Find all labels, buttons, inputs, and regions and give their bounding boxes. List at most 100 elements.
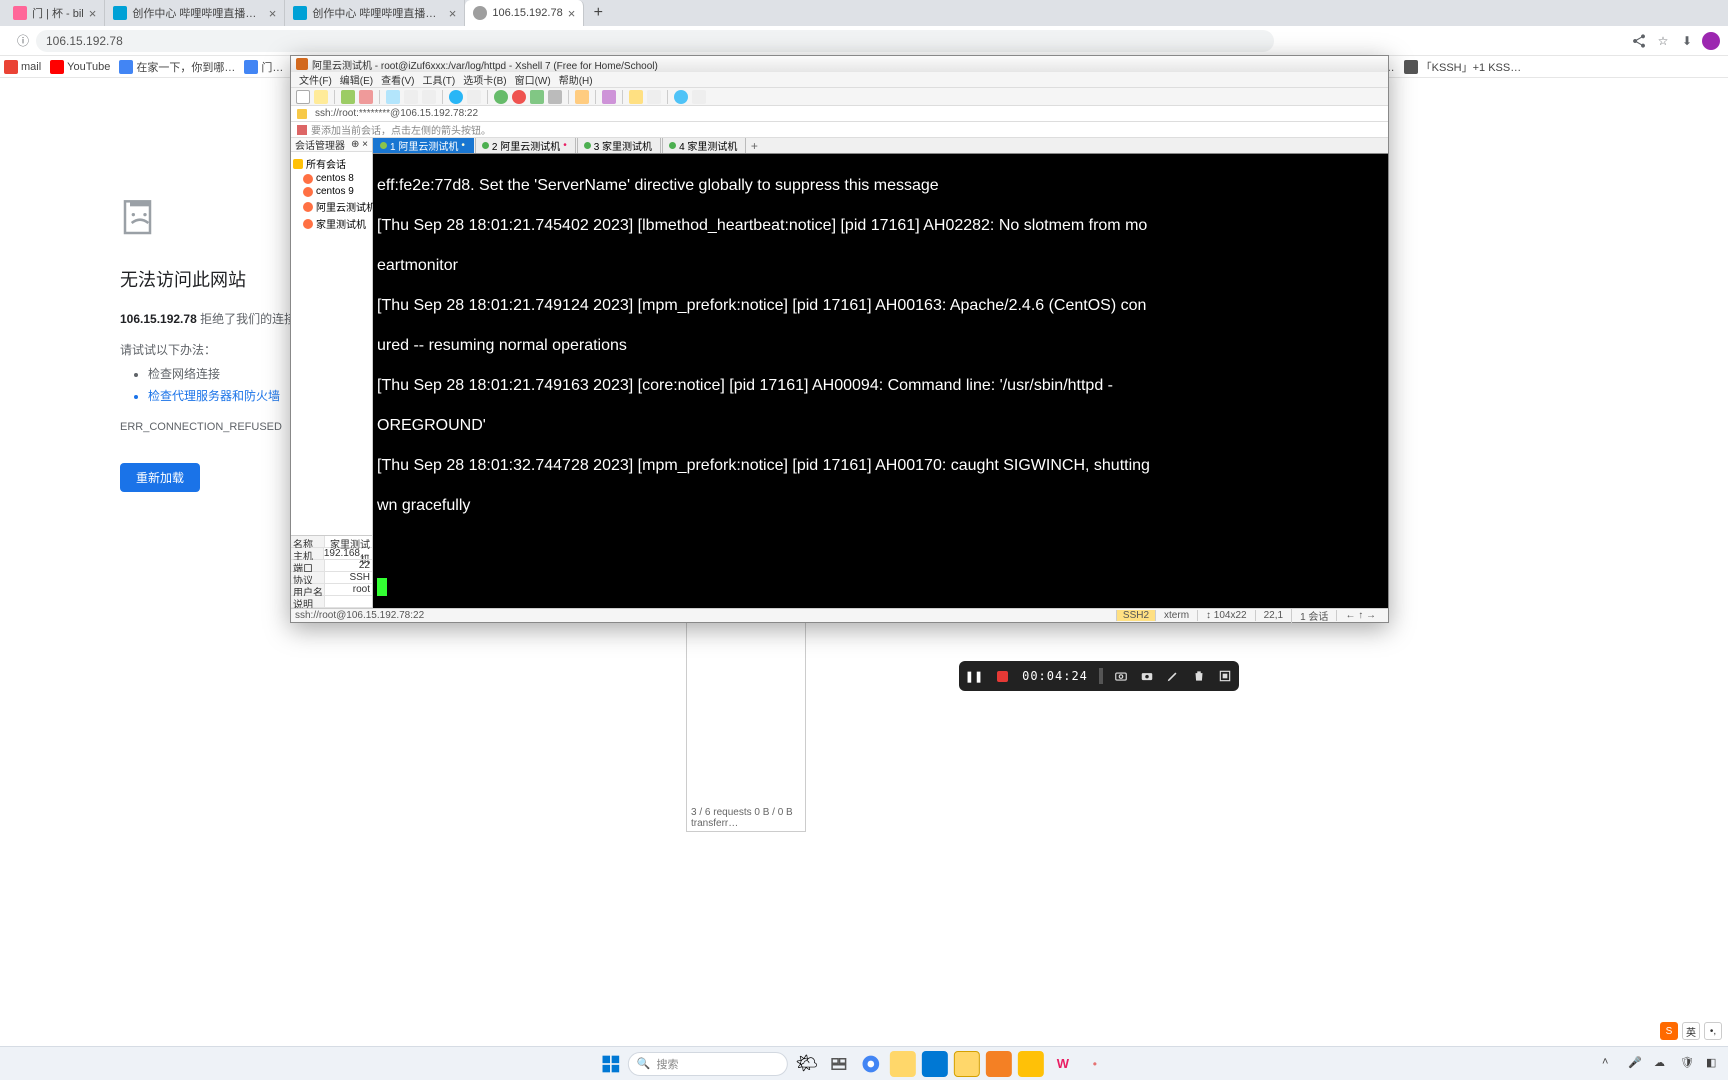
browser-tab[interactable]: 门 | 杯 - bil ×	[5, 0, 105, 26]
url-input[interactable]: 106.15.192.78	[36, 30, 1274, 52]
tb-help-icon[interactable]	[674, 90, 688, 104]
session-tab[interactable]: 3 家里测试机	[577, 138, 661, 153]
reload-button[interactable]: 重新加载	[120, 463, 200, 492]
terminal[interactable]: eff:fe2e:77d8. Set the 'ServerName' dire…	[373, 154, 1388, 608]
taskbar-app-running[interactable]: •	[1082, 1051, 1108, 1077]
ime-sogou-icon[interactable]: S	[1660, 1022, 1678, 1040]
taskbar-app-store[interactable]	[954, 1051, 980, 1077]
bookmark-item[interactable]: 门…	[244, 59, 283, 75]
menu-view[interactable]: 查看(V)	[378, 72, 417, 87]
tree-node[interactable]: centos 8	[291, 172, 372, 185]
tray-mic-icon[interactable]: 🎤	[1628, 1056, 1644, 1072]
xshell-titlebar[interactable]: 阿里云测试机 - root@iZuf6xxx:/var/log/httpd - …	[291, 56, 1388, 72]
snapshot-icon[interactable]	[1139, 668, 1155, 684]
menu-help[interactable]: 帮助(H)	[556, 72, 596, 87]
taskbar-app-explorer[interactable]	[890, 1051, 916, 1077]
status-size: ↕ 104x22	[1197, 610, 1255, 621]
tb-open-icon[interactable]	[314, 90, 328, 104]
taskbar-app-weather[interactable]: 🌤	[794, 1051, 820, 1077]
ime-lang[interactable]: 英	[1682, 1022, 1700, 1040]
ime-indicator[interactable]: S 英 •,	[1660, 1022, 1722, 1040]
tb-disconnect-icon[interactable]	[359, 90, 373, 104]
tb-split-icon[interactable]	[548, 90, 562, 104]
screen-recorder-bar[interactable]: ❚❚ 00:04:24	[959, 661, 1239, 691]
tray-security-icon[interactable]: 🛡	[1680, 1056, 1696, 1072]
close-icon[interactable]: ×	[568, 6, 576, 21]
ime-punct[interactable]: •,	[1704, 1022, 1722, 1040]
taskbar-app-mail[interactable]	[922, 1051, 948, 1077]
status-caps[interactable]: ← ↑ →	[1336, 610, 1384, 621]
taskbar-app-obs[interactable]	[1018, 1051, 1044, 1077]
tb-copy-icon[interactable]	[404, 90, 418, 104]
term-line: [Thu Sep 28 18:01:21.745402 2023] [lbmet…	[377, 216, 1384, 236]
close-icon[interactable]: ×	[449, 6, 457, 21]
session-tab[interactable]: 4 家里测试机	[662, 138, 746, 153]
taskbar-app-taskview[interactable]	[826, 1051, 852, 1077]
bookmark-item[interactable]: 「KSSH」+1 KSS…	[1404, 59, 1522, 75]
tb-layout-icon[interactable]	[629, 90, 643, 104]
tb-stop-icon[interactable]	[512, 90, 526, 104]
taskbar-search[interactable]: 🔍 搜索	[628, 1052, 788, 1076]
expand-icon[interactable]	[1217, 668, 1233, 684]
profile-icon[interactable]	[1702, 32, 1720, 50]
xshell-address-bar[interactable]: ssh://root:********@106.15.192.78:22	[291, 106, 1388, 122]
taskbar-app-chrome[interactable]	[858, 1051, 884, 1077]
menu-edit[interactable]: 编辑(E)	[337, 72, 376, 87]
url-text: 106.15.192.78	[46, 34, 123, 48]
menu-tools[interactable]: 工具(T)	[419, 72, 458, 87]
pen-icon[interactable]	[1165, 668, 1181, 684]
menu-file[interactable]: 文件(F)	[296, 72, 335, 87]
browser-tab-active[interactable]: 106.15.192.78 ×	[465, 0, 584, 26]
tree-root[interactable]: 所有会话	[291, 155, 372, 172]
browser-tab[interactable]: 创作中心 哔哩哔哩直播视频… ×	[105, 0, 285, 26]
tb-font-icon[interactable]	[467, 90, 481, 104]
lock-icon	[297, 109, 307, 119]
tray-onedrive-icon[interactable]: ☁	[1654, 1056, 1670, 1072]
tb-cascade-icon[interactable]	[647, 90, 661, 104]
trash-icon[interactable]	[1191, 668, 1207, 684]
close-icon[interactable]: ×	[269, 6, 277, 21]
tb-log-icon[interactable]	[602, 90, 616, 104]
tree-node[interactable]: 家里测试机	[291, 215, 372, 232]
sidebar-controls[interactable]: ⊕ ×	[351, 139, 368, 150]
menu-window[interactable]: 窗口(W)	[512, 72, 554, 87]
tray-unknown-icon[interactable]: ◧	[1706, 1056, 1722, 1072]
tree-node[interactable]: 阿里云测试机	[291, 198, 372, 215]
browser-tab[interactable]: 创作中心 哔哩哔哩直播视频… ×	[285, 0, 465, 26]
tb-reconnect-icon[interactable]	[341, 90, 355, 104]
start-button[interactable]	[600, 1053, 622, 1075]
camera-outline-icon[interactable]	[1113, 668, 1129, 684]
system-tray: ˄ 🎤 ☁ 🛡 ◧	[1602, 1056, 1722, 1072]
session-tab-active[interactable]: 1 阿里云测试机•	[373, 138, 474, 153]
bookmark-item[interactable]: mail	[4, 60, 41, 74]
record-icon[interactable]	[993, 667, 1011, 685]
tb-fullscreen-icon[interactable]	[530, 90, 544, 104]
tray-chevron-icon[interactable]: ˄	[1602, 1056, 1618, 1072]
tb-color-icon[interactable]	[449, 90, 463, 104]
star-icon[interactable]: ☆	[1654, 32, 1672, 50]
site-info-icon[interactable]: ⓘ	[14, 32, 32, 50]
tb-go-icon[interactable]	[494, 90, 508, 104]
bookmark-item[interactable]: YouTube	[50, 60, 110, 74]
term-line: [Thu Sep 28 18:01:21.749124 2023] [mpm_p…	[377, 296, 1384, 316]
taskbar-app-stackoverflow[interactable]	[986, 1051, 1012, 1077]
close-icon[interactable]: ×	[89, 6, 97, 21]
tree-node[interactable]: centos 9	[291, 185, 372, 198]
share-icon[interactable]	[1630, 32, 1648, 50]
term-line: [Thu Sep 28 18:01:32.744728 2023] [mpm_p…	[377, 456, 1384, 476]
download-icon[interactable]: ⬇	[1678, 32, 1696, 50]
taskbar-app-wps[interactable]: W	[1050, 1051, 1076, 1077]
bookmark-item[interactable]: 在家一下，你到哪…	[119, 59, 235, 75]
new-tab-button[interactable]: +	[584, 0, 612, 26]
tb-new-icon[interactable]	[296, 90, 310, 104]
tb-about-icon[interactable]	[692, 90, 706, 104]
tb-props-icon[interactable]	[386, 90, 400, 104]
favicon	[473, 6, 487, 20]
menu-tabs[interactable]: 选项卡(B)	[460, 72, 509, 87]
session-tab[interactable]: 2 阿里云测试机•	[475, 138, 576, 153]
volume-bar-icon	[1099, 668, 1103, 684]
tb-search-icon[interactable]	[422, 90, 436, 104]
tb-lock-icon[interactable]	[575, 90, 589, 104]
pause-icon[interactable]: ❚❚	[965, 667, 983, 685]
add-session-tab[interactable]: +	[747, 139, 761, 153]
